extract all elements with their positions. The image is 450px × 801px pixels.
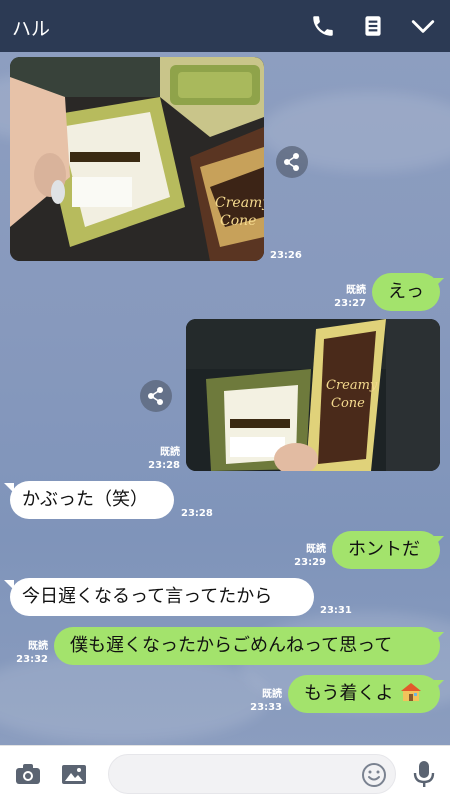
timestamp: 23:32 [16,654,48,665]
share-button[interactable] [140,380,172,412]
chat-area[interactable]: Creamy Cone 23:26 既読 23:27 えっ Creamy Con [0,52,450,745]
bubble-tail [434,278,444,288]
message-text: もう着くよ [304,683,394,704]
bubble-tail [434,536,444,546]
timestamp: 23:33 [250,702,282,713]
chevron-down-icon[interactable] [410,13,436,39]
photo-content: Creamy Cone [10,57,264,261]
chat-title: ハル [12,18,51,40]
share-button[interactable] [276,146,308,178]
image-icon[interactable] [60,762,88,786]
timestamp: 23:27 [334,298,366,309]
received-photo[interactable]: Creamy Cone [10,57,264,261]
sent-message[interactable]: もう着くよ [288,675,440,713]
sent-photo[interactable]: Creamy Cone [186,319,440,471]
bubble-tail [434,680,444,690]
timestamp: 23:29 [294,557,326,568]
photo-content: Creamy Cone [186,319,440,471]
emoji-icon[interactable] [361,762,387,788]
timestamp: 23:28 [148,460,180,471]
microphone-icon[interactable] [412,759,436,789]
house-emoji-icon [401,683,422,701]
sent-message[interactable]: えっ [372,273,440,311]
message-input-bar [0,745,450,801]
share-icon [284,153,299,171]
timestamp: 23:26 [270,250,302,261]
received-message[interactable]: かぶった（笑） [10,481,174,519]
svg-text:Cone: Cone [331,396,365,411]
sent-message[interactable]: 僕も遅くなったからごめんねって思って [54,627,440,665]
chat-header: ハル [0,0,450,52]
timestamp: 23:31 [320,605,352,616]
bubble-tail [434,632,444,642]
timestamp: 23:28 [181,508,213,519]
camera-icon[interactable] [14,762,42,786]
read-receipt: 既読 [262,689,282,700]
read-receipt: 既読 [306,544,326,555]
read-receipt: 既読 [28,641,48,652]
phone-icon[interactable] [310,13,336,39]
read-receipt: 既読 [346,285,366,296]
sent-message[interactable]: ホントだ [332,531,440,569]
received-message[interactable]: 今日遅くなるって言ってたから [10,578,314,616]
svg-text:Cone: Cone [220,213,256,229]
notes-icon[interactable] [360,13,386,39]
svg-text:Creamy: Creamy [326,378,378,393]
message-input[interactable] [108,754,396,794]
share-icon [148,387,163,405]
photo-logo-text: Creamy [215,195,264,211]
read-receipt: 既読 [160,447,180,458]
